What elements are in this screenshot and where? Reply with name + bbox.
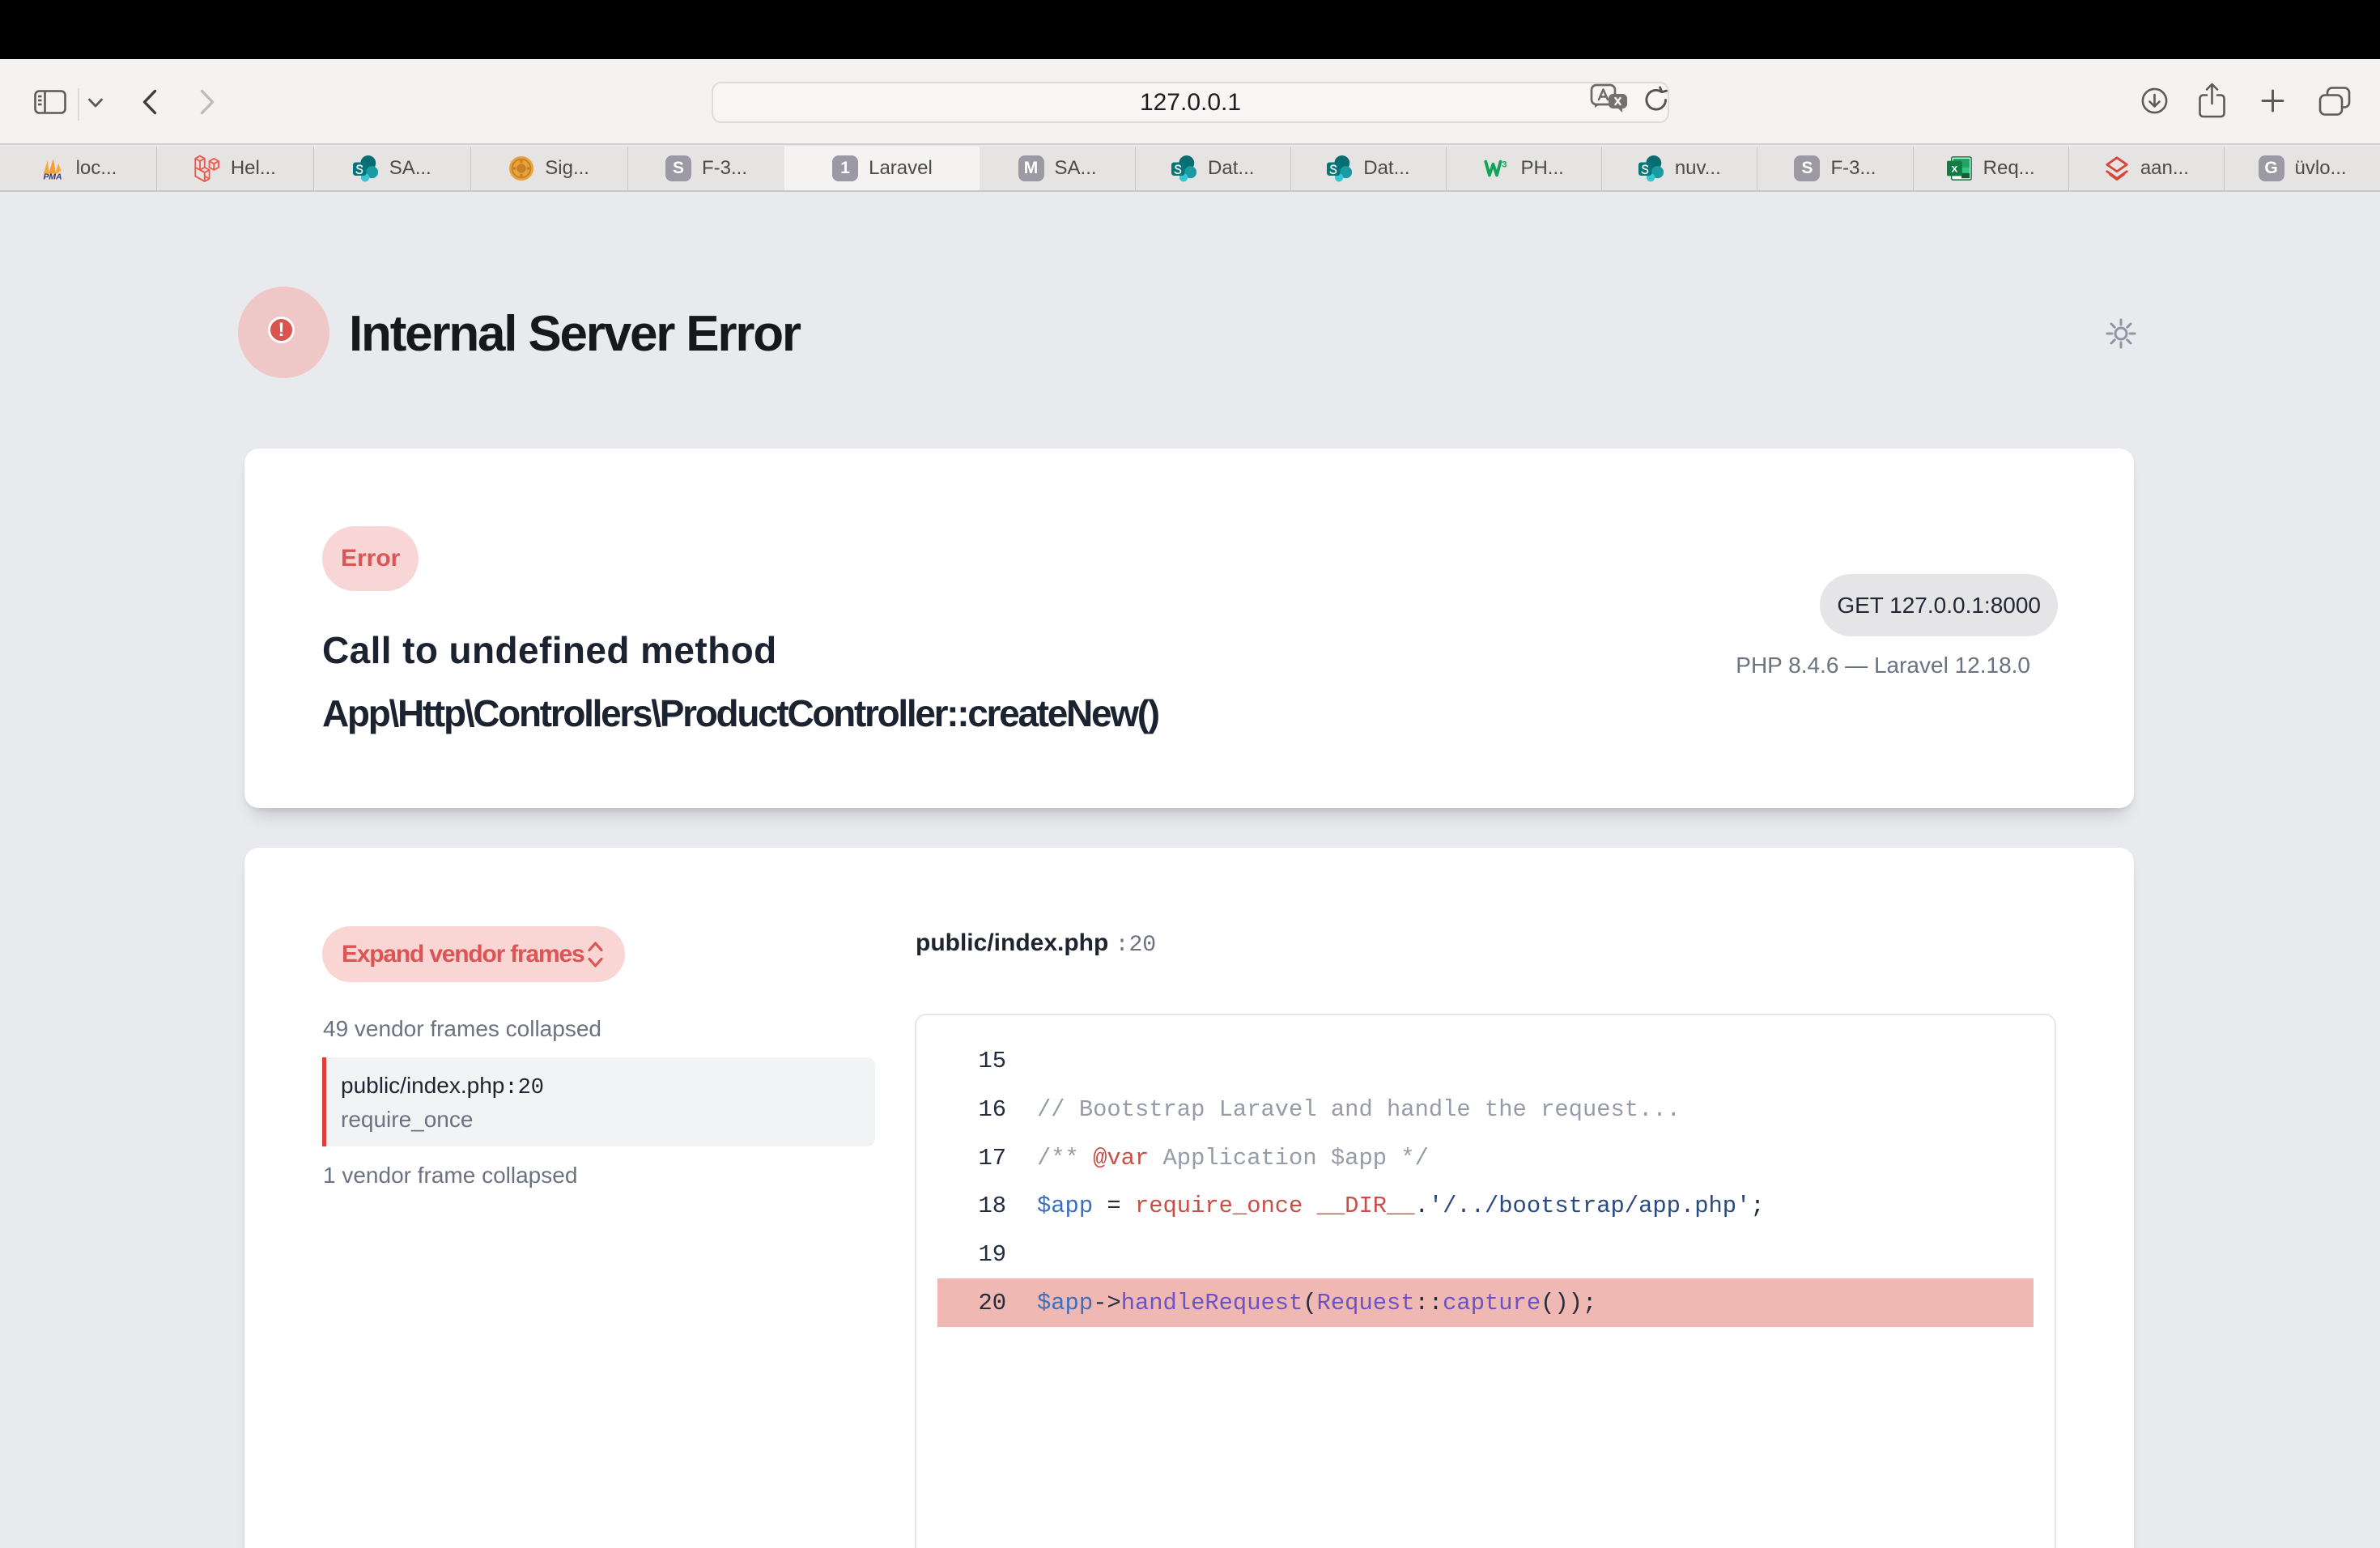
svg-text:PMA: PMA <box>43 173 62 182</box>
svg-text:3: 3 <box>1502 159 1507 169</box>
svg-text:x: x <box>1951 162 1957 175</box>
